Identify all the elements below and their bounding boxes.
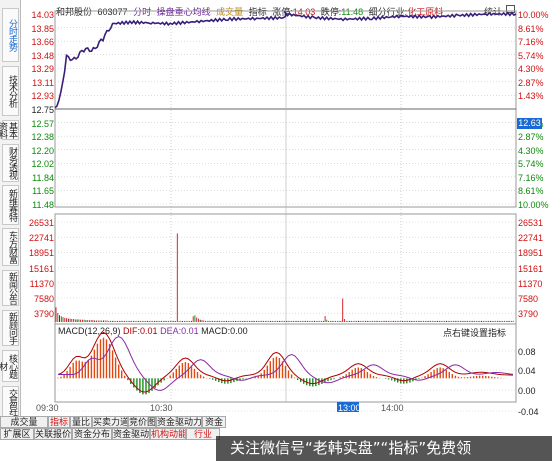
macd-title: MACD(12,26,9) DIF:0.01 DEA:0.01 MACD:0.0… bbox=[58, 326, 248, 336]
macd-params: MACD(12,26,9) bbox=[58, 326, 121, 336]
bottom-tab[interactable]: 资金驱动 bbox=[112, 428, 150, 440]
bottom-tab[interactable]: 资金分布 bbox=[72, 428, 112, 440]
bottom-tab[interactable]: 量比 bbox=[70, 416, 92, 428]
time-label-1300: 13:00 bbox=[338, 403, 361, 413]
time-label-1400: 14:00 bbox=[381, 403, 404, 413]
volume-panel-frame bbox=[54, 213, 517, 325]
bottom-tab[interactable]: 成交量 bbox=[0, 416, 48, 428]
intraday-chart[interactable] bbox=[0, 0, 552, 461]
bottom-tab[interactable]: 扩展区 bbox=[0, 428, 34, 440]
macd-dif-line bbox=[57, 331, 514, 393]
watermark-banner: 关注微信号“老韩实盘”“指标”免费领 bbox=[216, 436, 552, 461]
macd-dea: DEA:0.01 bbox=[160, 326, 199, 336]
time-label-open: 09:30 bbox=[36, 403, 59, 413]
bottom-tab[interactable]: 资金驱动力 bbox=[156, 416, 202, 428]
macd-dif: DIF:0.01 bbox=[123, 326, 158, 336]
macd-dea-line bbox=[58, 335, 514, 391]
bottom-tab[interactable]: 竞价图 bbox=[128, 416, 156, 428]
bottom-tab[interactable]: 资金 bbox=[202, 416, 226, 428]
bottom-tab[interactable]: 关联报价 bbox=[34, 428, 72, 440]
macd-value: MACD:0.00 bbox=[201, 326, 248, 336]
time-label-1030: 10:30 bbox=[150, 403, 173, 413]
bottom-tab[interactable]: 行业 bbox=[186, 428, 220, 440]
bottom-tab[interactable]: 指标 bbox=[48, 416, 70, 428]
bottom-tab[interactable]: 买卖力道 bbox=[92, 416, 128, 428]
bottom-tab[interactable]: 机构动能 bbox=[150, 428, 186, 440]
price-line bbox=[54, 10, 517, 109]
indicator-setting-hint[interactable]: 点右键设置指标 bbox=[443, 326, 506, 339]
bottom-tabs-row-1: 成交量 指标 量比 买卖力道 竞价图 资金驱动力 资金 bbox=[0, 416, 552, 428]
